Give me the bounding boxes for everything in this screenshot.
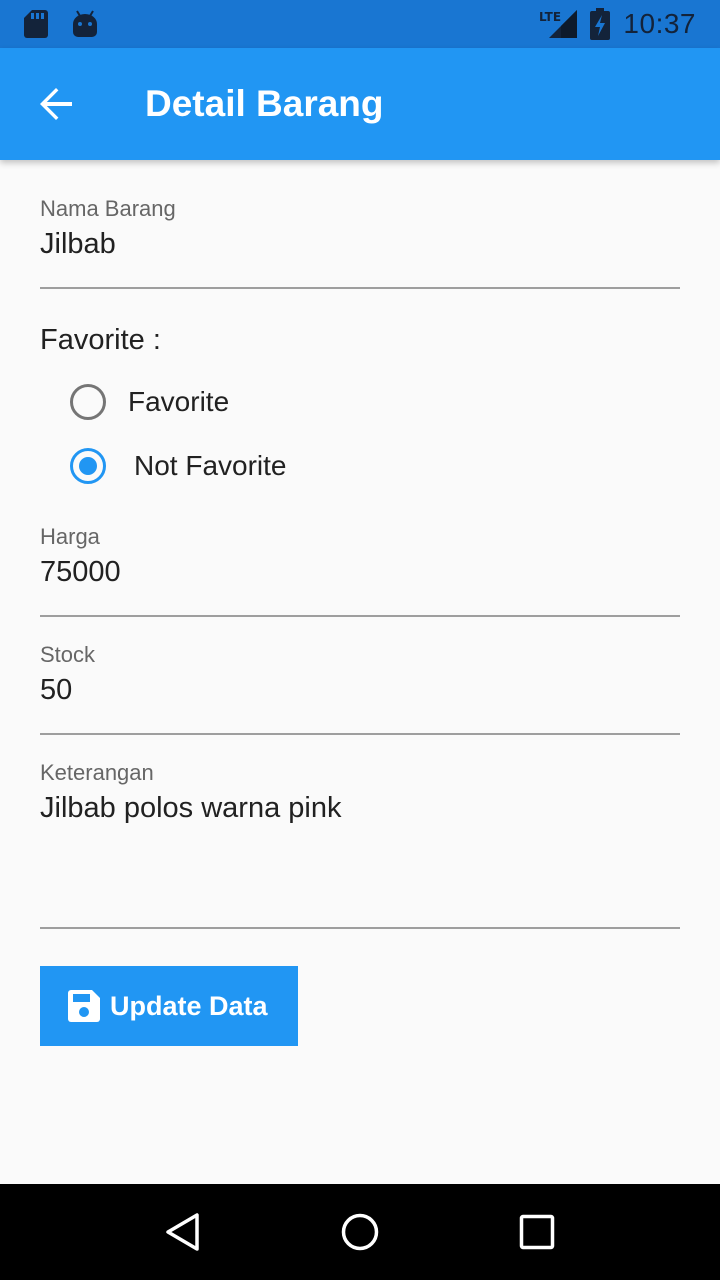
save-icon <box>68 990 100 1022</box>
keterangan-input[interactable]: Jilbab polos warna pink <box>40 792 680 825</box>
battery-charging-icon <box>590 8 611 40</box>
system-nav-bar <box>0 1184 720 1280</box>
radio-not-favorite-circle[interactable] <box>70 448 106 484</box>
stock-field[interactable]: Stock 50 <box>40 642 680 735</box>
back-triangle-icon <box>165 1213 199 1251</box>
radio-favorite-label: Favorite <box>128 386 230 417</box>
back-button[interactable] <box>0 48 112 160</box>
harga-input[interactable]: 75000 <box>40 556 680 589</box>
status-time: 10:37 <box>623 8 696 39</box>
status-left-icons <box>24 10 122 38</box>
arrow-back-icon <box>40 88 72 120</box>
page-title: Detail Barang <box>145 83 384 124</box>
stock-label: Stock <box>40 642 96 667</box>
nama-barang-input[interactable]: Jilbab <box>40 228 680 261</box>
android-icon <box>73 10 97 37</box>
nama-barang-label: Nama Barang <box>40 196 176 221</box>
radio-favorite-circle[interactable] <box>70 384 106 420</box>
app-bar: Detail Barang <box>0 48 720 160</box>
recents-square-icon <box>520 1214 555 1250</box>
lte-signal-icon: LTE <box>539 10 578 38</box>
sd-card-icon <box>24 10 48 38</box>
keterangan-field[interactable]: Keterangan Jilbab polos warna pink <box>40 760 680 929</box>
update-data-label: Update Data <box>110 990 268 1021</box>
nama-barang-field[interactable]: Nama Barang Jilbab <box>40 196 680 289</box>
stock-input[interactable]: 50 <box>40 674 680 707</box>
nav-home-button[interactable] <box>320 1192 400 1272</box>
status-right-icons: LTE 10:37 <box>529 8 696 40</box>
home-circle-icon <box>341 1213 379 1251</box>
keterangan-label: Keterangan <box>40 760 154 785</box>
radio-not-favorite[interactable]: Not Favorite <box>70 448 287 484</box>
harga-label: Harga <box>40 524 100 549</box>
nav-recents-button[interactable] <box>497 1192 577 1272</box>
favorite-section-label: Favorite : <box>40 324 161 356</box>
radio-favorite[interactable]: Favorite <box>70 384 229 420</box>
harga-field[interactable]: Harga 75000 <box>40 524 680 617</box>
update-data-button[interactable]: Update Data <box>40 966 298 1046</box>
lte-label: LTE <box>539 10 561 24</box>
status-bar: LTE 10:37 <box>0 0 720 48</box>
radio-not-favorite-label: Not Favorite <box>134 450 287 481</box>
nav-back-button[interactable] <box>143 1192 223 1272</box>
